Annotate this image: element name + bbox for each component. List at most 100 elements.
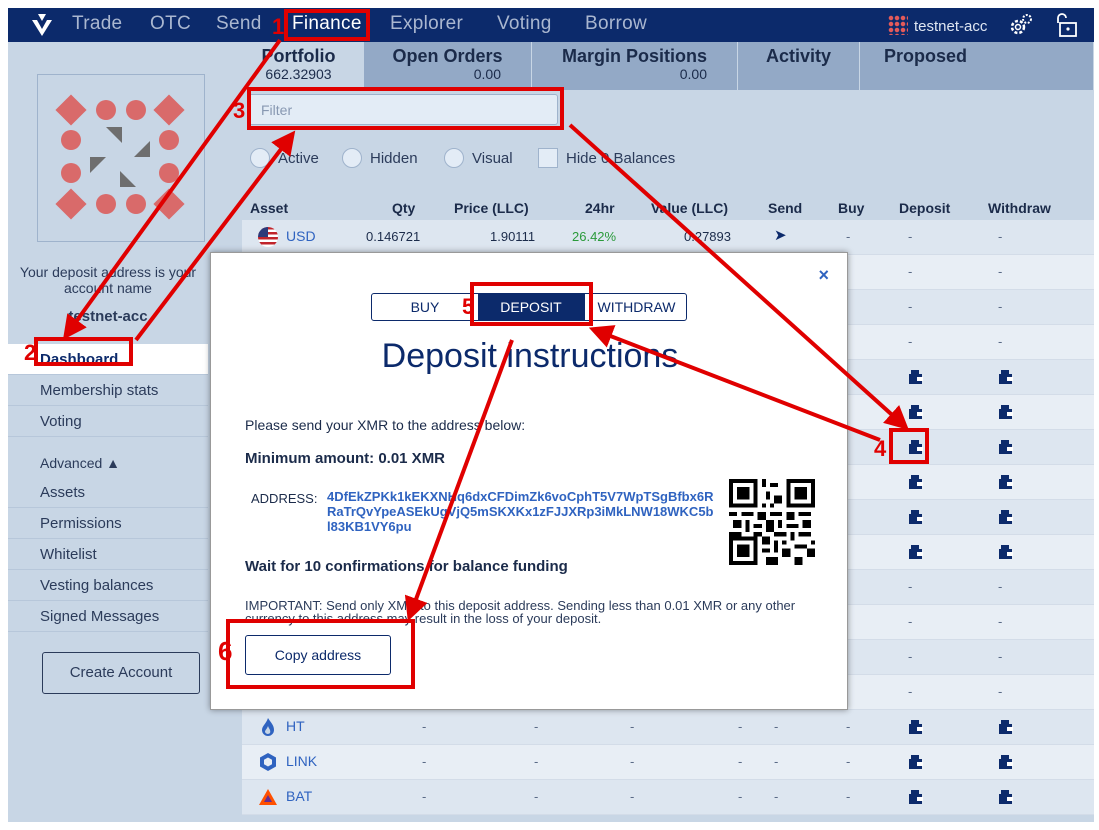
create-account-button[interactable]: Create Account <box>42 652 200 694</box>
bat-triangle-icon <box>259 789 277 805</box>
deposit-cell: - <box>908 684 913 699</box>
radio-active[interactable]: Active <box>250 148 319 168</box>
send-instructions: Please send your XMR to the address belo… <box>245 417 526 433</box>
col-value[interactable]: Value (LLC) <box>651 200 728 216</box>
withdraw-icon[interactable] <box>998 474 1014 490</box>
sidebar-item-whitelist[interactable]: Whitelist <box>8 539 208 570</box>
withdraw-icon[interactable] <box>998 369 1014 385</box>
withdraw-icon[interactable] <box>998 439 1014 455</box>
deposit-icon[interactable] <box>908 404 924 420</box>
deposit-modal: × BUY DEPOSIT WITHDRAW Deposit instructi… <box>210 252 848 710</box>
close-icon[interactable]: × <box>818 265 829 286</box>
tab-portfolio-label: Portfolio <box>261 46 336 66</box>
col-asset[interactable]: Asset <box>250 200 288 216</box>
app-window: Trade OTC Send Finance Explorer Voting B… <box>8 8 1094 822</box>
gear-icon[interactable] <box>1008 12 1034 38</box>
address-label: ADDRESS: <box>251 491 318 506</box>
deposit-cell: - <box>908 649 913 664</box>
deposit-icon-xmr[interactable] <box>908 439 924 455</box>
deposit-icon[interactable] <box>908 544 924 560</box>
nav-otc[interactable]: OTC <box>150 13 191 35</box>
withdraw-tab[interactable]: WITHDRAW <box>584 294 686 320</box>
col-24hr[interactable]: 24hr <box>585 200 615 216</box>
withdraw-icon[interactable] <box>998 719 1014 735</box>
col-qty[interactable]: Qty <box>392 200 415 216</box>
buy-tab[interactable]: BUY <box>372 294 478 320</box>
withdraw-icon[interactable] <box>998 509 1014 525</box>
col-withdraw: Withdraw <box>988 200 1051 216</box>
ht-flame-icon <box>262 718 274 736</box>
asset-price: - <box>534 789 539 804</box>
sidebar-item-permissions[interactable]: Permissions <box>8 508 208 539</box>
deposit-icon[interactable] <box>908 509 924 525</box>
deposit-address[interactable]: 4DfEkZPKk1kEKXNHq6dxCFDimZk6voCphT5V7WpT… <box>327 489 717 534</box>
deposit-icon[interactable] <box>908 754 924 770</box>
radio-active-label: Active <box>278 150 319 167</box>
radio-visual-circle <box>444 148 464 168</box>
asset-symbol[interactable]: LINK <box>286 753 317 769</box>
tab-open-orders[interactable]: Open Orders 0.00 <box>364 42 532 90</box>
sidebar-item-membership-stats[interactable]: Membership stats <box>8 375 208 406</box>
nav-explorer[interactable]: Explorer <box>390 13 463 35</box>
asset-change: 26.42% <box>572 229 617 244</box>
asset-price: - <box>534 754 539 769</box>
nav-finance[interactable]: Finance <box>292 13 362 35</box>
unlock-icon[interactable] <box>1054 12 1080 38</box>
radio-hidden-label: Hidden <box>370 150 418 167</box>
send-icon[interactable]: ➤ <box>774 226 787 244</box>
withdraw-icon[interactable] <box>998 754 1014 770</box>
hide-zero-checkbox[interactable]: Hide 0 Balances <box>538 148 675 168</box>
asset-symbol[interactable]: USD <box>286 228 316 244</box>
col-price[interactable]: Price (LLC) <box>454 200 529 216</box>
tab-margin-positions[interactable]: Margin Positions 0.00 <box>532 42 738 90</box>
withdraw-cell: - <box>998 684 1003 699</box>
withdraw-icon[interactable] <box>998 789 1014 805</box>
withdraw-icon[interactable] <box>998 544 1014 560</box>
tab-activity[interactable]: Activity <box>738 42 860 90</box>
link-hexagon-icon <box>260 753 276 771</box>
account-menu[interactable]: testnet-acc <box>888 15 987 35</box>
filter-input[interactable] <box>248 94 558 125</box>
sidebar-item-assets[interactable]: Assets <box>8 477 208 508</box>
nav-send[interactable]: Send <box>216 13 262 35</box>
deposit-icon[interactable] <box>908 474 924 490</box>
asset-price: 1.90111 <box>490 229 536 244</box>
deposit-icon[interactable] <box>908 719 924 735</box>
modal-title: Deposit instructions <box>381 337 679 375</box>
deposit-tab[interactable]: DEPOSIT <box>478 294 584 320</box>
asset-qty: - <box>422 789 427 804</box>
hide-zero-label: Hide 0 Balances <box>566 150 676 167</box>
tab-proposed[interactable]: Proposed <box>860 42 1094 90</box>
nav-borrow[interactable]: Borrow <box>585 13 647 35</box>
asset-symbol[interactable]: BAT <box>286 788 312 804</box>
tab-open-orders-value: 0.00 <box>473 66 501 82</box>
sidebar-item-vesting-balances[interactable]: Vesting balances <box>8 570 208 601</box>
withdraw-cell: - <box>998 649 1003 664</box>
deposit-icon[interactable] <box>908 789 924 805</box>
nav-trade[interactable]: Trade <box>72 13 122 35</box>
copy-address-button[interactable]: Copy address <box>245 635 391 675</box>
asset-value: - <box>738 789 743 804</box>
asset-value: 0.27893 <box>684 229 731 244</box>
sidebar-item-voting[interactable]: Voting <box>8 406 208 437</box>
tab-portfolio[interactable]: Portfolio 662.32903 <box>234 42 364 90</box>
tab-margin-positions-label: Margin Positions <box>561 46 707 66</box>
logo-icon[interactable] <box>30 12 54 38</box>
asset-qty: - <box>422 754 427 769</box>
sidebar-advanced-toggle[interactable]: Advanced ▲ <box>8 448 208 479</box>
withdraw-cell: - <box>998 334 1003 349</box>
asset-price: - <box>534 719 539 734</box>
sidebar: Your deposit address is your account nam… <box>8 42 208 822</box>
withdraw-icon[interactable] <box>998 404 1014 420</box>
tab-open-orders-label: Open Orders <box>392 46 503 66</box>
nav-voting[interactable]: Voting <box>497 13 552 35</box>
radio-hidden[interactable]: Hidden <box>342 148 418 168</box>
sidebar-account-name: testnet-acc <box>68 308 148 325</box>
sidebar-item-signed-messages[interactable]: Signed Messages <box>8 601 208 632</box>
asset-symbol[interactable]: HT <box>286 718 305 734</box>
deposit-icon[interactable] <box>908 369 924 385</box>
sidebar-item-dashboard[interactable]: Dashboard <box>8 344 208 375</box>
radio-visual[interactable]: Visual <box>444 148 513 168</box>
send-cell: - <box>774 754 779 769</box>
account-name: testnet-acc <box>914 18 988 35</box>
